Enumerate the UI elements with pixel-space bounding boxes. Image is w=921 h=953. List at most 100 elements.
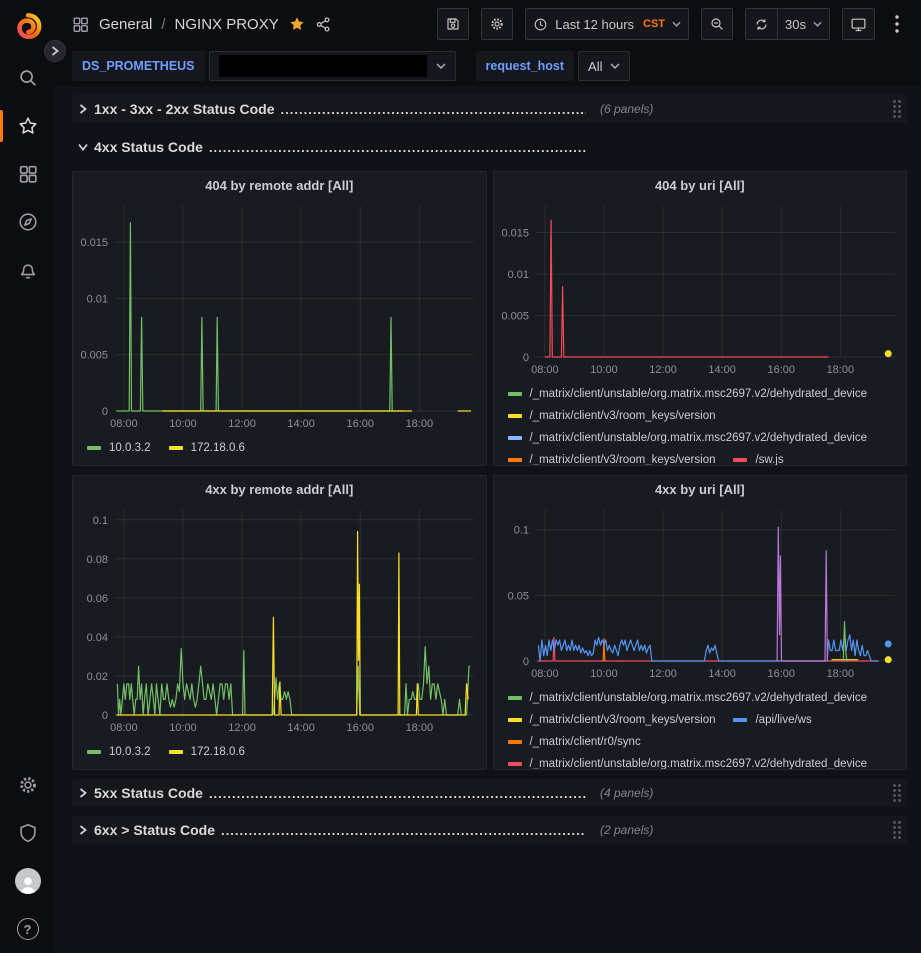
svg-text:12:00: 12:00 [228, 722, 256, 734]
panel-title[interactable]: 404 by remote addr [All] [73, 172, 486, 198]
svg-text:0.05: 0.05 [507, 590, 528, 602]
sidebar-expand-button[interactable] [44, 40, 66, 62]
legend-item[interactable]: /_matrix/client/r0/sync [508, 731, 641, 753]
legend-item[interactable]: /_matrix/client/unstable/org.matrix.msc2… [508, 687, 868, 709]
legend-label: /_matrix/client/unstable/org.matrix.msc2… [530, 687, 868, 709]
variable-value-ds-prometheus[interactable] [209, 51, 456, 81]
svg-text:0.015: 0.015 [80, 237, 108, 249]
svg-text:0.005: 0.005 [80, 350, 108, 362]
chevron-down-icon [813, 21, 822, 27]
gear-icon [17, 774, 39, 796]
svg-text:14:00: 14:00 [708, 668, 736, 680]
legend-item[interactable]: /_matrix/client/unstable/org.matrix.msc2… [508, 753, 868, 769]
chevron-down-icon [610, 63, 620, 69]
legend-item[interactable]: /_matrix/client/v3/room_keys/version [508, 449, 716, 465]
user-avatar [15, 868, 41, 894]
sidebar-item-profile[interactable] [0, 857, 55, 905]
panel-legend: /_matrix/client/unstable/org.matrix.msc2… [494, 379, 907, 465]
legend-item[interactable]: 172.18.0.6 [169, 437, 245, 459]
legend-item[interactable]: /_matrix/client/unstable/org.matrix.msc2… [508, 427, 868, 449]
legend-swatch [733, 718, 747, 722]
row-header-5xx[interactable]: 5xx Status Code ........................… [72, 779, 907, 807]
zoom-out-time-button[interactable] [701, 8, 733, 40]
panel-title[interactable]: 4xx by remote addr [All] [73, 476, 486, 502]
dashboard-title[interactable]: NGINX PROXY [175, 16, 279, 33]
svg-text:18:00: 18:00 [826, 364, 854, 376]
row-header-4xx[interactable]: 4xx Status Code ........................… [72, 132, 907, 162]
legend-item[interactable]: /_matrix/client/v3/room_keys/version [508, 709, 716, 731]
refresh-button[interactable] [745, 8, 777, 40]
help-glyph: ? [24, 922, 32, 937]
timeseries-plot[interactable]: 00.0050.010.01508:0010:0012:0014:0016:00… [73, 198, 486, 433]
timeseries-plot[interactable]: 00.020.040.060.080.108:0010:0012:0014:00… [73, 502, 486, 737]
svg-text:0: 0 [102, 406, 108, 418]
legend-item[interactable]: /_matrix/client/v3/room_keys/version [508, 405, 716, 427]
svg-text:18:00: 18:00 [406, 722, 434, 734]
legend-swatch [508, 458, 522, 462]
legend-item[interactable]: 10.0.3.2 [87, 437, 151, 459]
star-icon [17, 115, 39, 137]
legend-label: /_matrix/client/unstable/org.matrix.msc2… [530, 383, 868, 405]
refresh-icon [754, 17, 769, 32]
svg-text:0: 0 [522, 352, 528, 364]
svg-text:12:00: 12:00 [649, 364, 677, 376]
legend-item[interactable]: /api/live/ws [733, 709, 811, 731]
svg-text:16:00: 16:00 [346, 418, 374, 430]
row-leader-dots: ........................................… [209, 786, 586, 801]
breadcrumb-section[interactable]: General [99, 16, 152, 33]
row-drag-handle[interactable] [893, 100, 901, 118]
panel-4xx-by-uri: 4xx by uri [All] 00.050.108:0010:0012:00… [493, 475, 908, 770]
sidebar-item-starred[interactable] [0, 102, 55, 150]
chevron-down-icon [72, 143, 94, 151]
svg-text:0.08: 0.08 [87, 554, 108, 566]
zoom-out-icon [709, 16, 725, 32]
panel-title[interactable]: 4xx by uri [All] [494, 476, 907, 502]
refresh-interval-select[interactable]: 30s [777, 8, 830, 40]
panel-title[interactable]: 404 by uri [All] [494, 172, 907, 198]
row-panel-count: (6 panels) [600, 102, 653, 116]
gear-icon [489, 16, 505, 32]
row-header-6xx[interactable]: 6xx > Status Code ......................… [72, 816, 907, 844]
save-dashboard-button[interactable] [437, 8, 469, 40]
row-drag-handle[interactable] [893, 784, 901, 802]
variable-label-ds-prometheus[interactable]: DS_PROMETHEUS [72, 51, 205, 81]
legend-item[interactable]: 10.0.3.2 [87, 741, 151, 763]
legend-item[interactable]: /_matrix/client/unstable/org.matrix.msc2… [508, 383, 868, 405]
sidebar-item-server-admin[interactable] [0, 809, 55, 857]
panel-legend: 10.0.3.2 172.18.0.6 [73, 433, 486, 465]
sidebar-item-dashboards[interactable] [0, 150, 55, 198]
svg-text:18:00: 18:00 [406, 418, 434, 430]
apps-grid-icon [17, 163, 39, 185]
dashboard-settings-button[interactable] [481, 8, 513, 40]
cycle-view-mode-button[interactable] [842, 8, 875, 40]
sidebar-item-explore[interactable] [0, 198, 55, 246]
sidebar-item-help[interactable]: ? [0, 905, 55, 953]
svg-text:14:00: 14:00 [287, 722, 315, 734]
svg-text:08:00: 08:00 [531, 668, 559, 680]
favorite-star-icon[interactable] [288, 15, 306, 33]
legend-label: /_matrix/client/unstable/org.matrix.msc2… [530, 753, 868, 769]
chevron-down-icon [672, 21, 681, 27]
timeseries-plot[interactable]: 00.050.108:0010:0012:0014:0016:0018:00 [494, 502, 907, 683]
chart-svg: 00.020.040.060.080.108:0010:0012:0014:00… [73, 502, 486, 737]
timeseries-plot[interactable]: 00.0050.010.01508:0010:0012:0014:0016:00… [494, 198, 907, 379]
row-header-1xx-3xx-2xx[interactable]: 1xx - 3xx - 2xx Status Code ............… [72, 95, 907, 123]
legend-item[interactable]: /sw.js [733, 449, 783, 465]
legend-swatch [733, 458, 747, 462]
variable-label-request-host[interactable]: request_host [476, 51, 575, 81]
svg-text:10:00: 10:00 [590, 364, 618, 376]
sidebar-item-configuration[interactable] [0, 761, 55, 809]
legend-item[interactable]: 172.18.0.6 [169, 741, 245, 763]
sidebar-item-search[interactable] [0, 54, 55, 102]
legend-swatch [169, 750, 183, 754]
share-icon[interactable] [315, 16, 332, 33]
variable-value-request-host[interactable]: All [578, 51, 630, 81]
legend-swatch [508, 392, 522, 396]
row-drag-handle[interactable] [893, 821, 901, 839]
sidebar-item-alerting[interactable] [0, 246, 55, 294]
legend-swatch [508, 696, 522, 700]
time-range-picker[interactable]: Last 12 hours CST [525, 8, 689, 40]
svg-text:0: 0 [102, 710, 108, 722]
shield-icon [17, 822, 39, 844]
more-options-button[interactable] [887, 8, 907, 40]
